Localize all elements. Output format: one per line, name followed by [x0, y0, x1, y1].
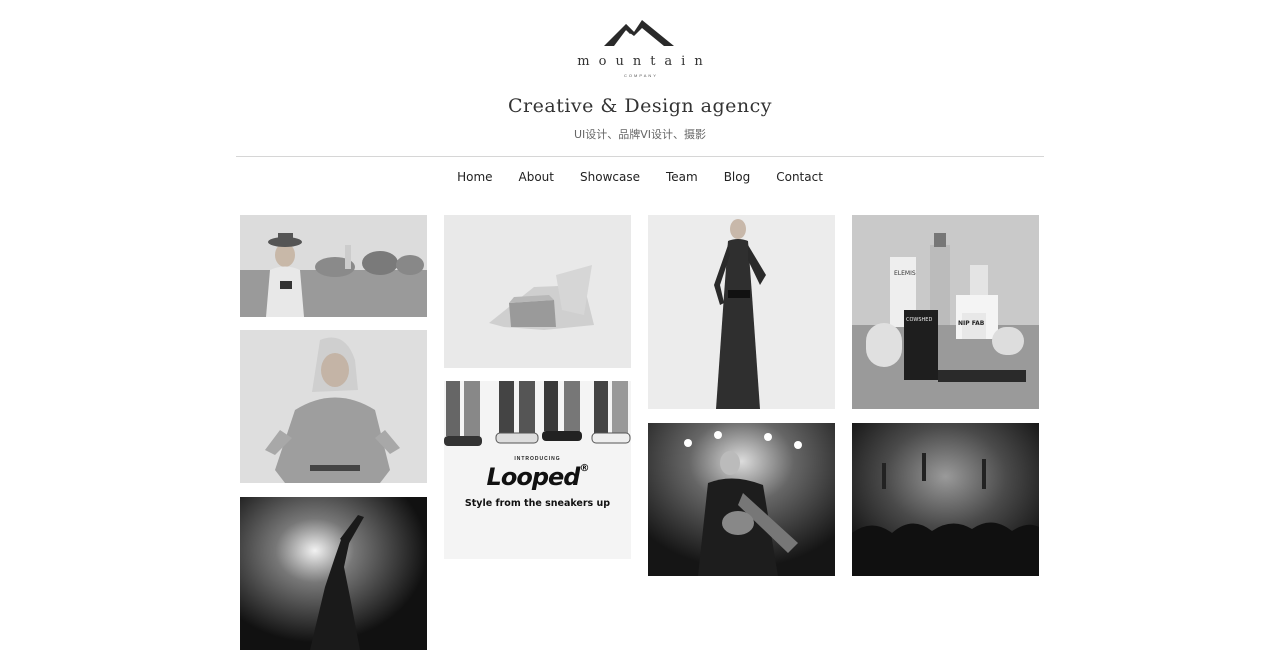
label-elemis: ELEMIS	[894, 270, 916, 277]
nav-showcase[interactable]: Showcase	[580, 170, 640, 184]
main-nav: Home About Showcase Team Blog Contact	[0, 170, 1280, 184]
photo-skincare-products[interactable]: ELEMIS COWSHED NIP FAB	[852, 215, 1039, 409]
photo-woman-camera[interactable]	[240, 215, 427, 317]
nav-contact[interactable]: Contact	[776, 170, 823, 184]
brand-name[interactable]: mountain	[540, 54, 740, 69]
photo-blonde-sweater[interactable]	[240, 330, 427, 483]
page-tagline: Creative & Design agency	[508, 95, 772, 117]
ad-brand-row: Looped®	[444, 463, 631, 491]
photo-guitarist-concert[interactable]	[648, 423, 835, 576]
photo-concert-silhouette[interactable]	[240, 497, 427, 650]
photo-model-black-dress[interactable]	[648, 215, 835, 409]
brand-subtitle: COMPANY	[624, 73, 658, 78]
ad-looped-sneakers[interactable]: INTRODUCING Looped® Style from the sneak…	[444, 381, 631, 559]
sneakers-image	[444, 381, 631, 451]
header-divider	[236, 156, 1044, 157]
photo-box-packaging[interactable]	[444, 215, 631, 368]
ad-brand-mark: ®	[579, 463, 589, 474]
nav-team[interactable]: Team	[666, 170, 698, 184]
label-nipfab: NIP FAB	[958, 320, 985, 327]
nav-blog[interactable]: Blog	[724, 170, 751, 184]
nav-about[interactable]: About	[519, 170, 554, 184]
mountain-icon[interactable]	[604, 20, 674, 48]
label-cowshed: COWSHED	[906, 317, 932, 323]
page-subline: UI设计、品牌VI设计、摄影	[573, 128, 707, 141]
nav-home[interactable]: Home	[457, 170, 492, 184]
ad-kicker: INTRODUCING	[514, 456, 561, 462]
photo-concert-crowd[interactable]	[852, 423, 1039, 576]
ad-slogan: Style from the sneakers up	[464, 498, 611, 509]
ad-brand: Looped	[486, 463, 581, 491]
